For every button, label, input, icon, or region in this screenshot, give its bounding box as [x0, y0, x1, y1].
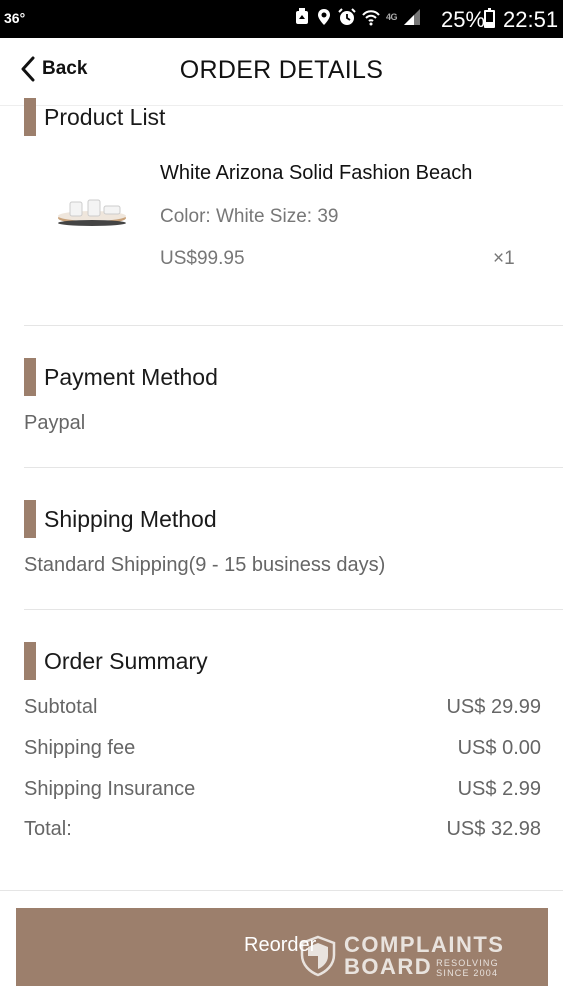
divider: [24, 467, 563, 468]
section-accent-bar: [24, 642, 36, 680]
watermark-line2: BOARD RESOLVING SINCE 2004: [344, 954, 504, 979]
summary-label: Shipping Insurance: [24, 778, 196, 800]
watermark-text: COMPLAINTS BOARD RESOLVING SINCE 2004: [344, 932, 505, 979]
summary-value: US$ 32.98: [446, 818, 541, 840]
section-accent-bar: [24, 500, 36, 538]
summary-row-total: Total: US$ 32.98: [24, 818, 541, 841]
watermark-board: BOARD: [344, 954, 433, 979]
divider: [24, 609, 563, 610]
payment-method-header: Payment Method: [24, 358, 218, 396]
app-header: Back ORDER DETAILS: [0, 38, 563, 106]
network-type-label: 4G: [386, 12, 398, 22]
watermark-tagline: RESOLVING SINCE 2004: [436, 958, 499, 978]
status-icons: 4G: [294, 8, 421, 26]
order-summary-title: Order Summary: [44, 647, 208, 674]
recycle-notification-icon: [296, 8, 308, 24]
product-quantity: ×1: [493, 248, 515, 269]
payment-method-title: Payment Method: [44, 363, 218, 390]
location-icon: [318, 9, 330, 25]
summary-value: US$ 0.00: [457, 737, 541, 759]
battery-icon: [484, 8, 495, 28]
product-variant: Color: White Size: 39: [160, 206, 339, 227]
watermark-line1: COMPLAINTS: [344, 932, 505, 957]
order-summary-header: Order Summary: [24, 642, 208, 680]
product-list-title: Product List: [44, 103, 166, 130]
summary-value: US$ 29.99: [446, 696, 541, 718]
summary-row-shipping-fee: Shipping fee US$ 0.00: [24, 737, 541, 760]
section-accent-bar: [24, 358, 36, 396]
watermark-tag1: RESOLVING: [436, 958, 499, 968]
alarm-icon: [338, 8, 356, 25]
summary-row-shipping-insurance: Shipping Insurance US$ 2.99: [24, 778, 541, 801]
product-list-header: Product List: [24, 98, 165, 136]
summary-value: US$ 2.99: [457, 778, 541, 800]
summary-label: Shipping fee: [24, 737, 136, 759]
product-name[interactable]: White Arizona Solid Fashion Beach: [160, 162, 472, 185]
summary-label: Total:: [24, 818, 72, 840]
summary-row-subtotal: Subtotal US$ 29.99: [24, 696, 541, 719]
complaints-board-watermark: COMPLAINTS BOARD RESOLVING SINCE 2004: [300, 934, 504, 978]
shield-logo-icon: [300, 935, 336, 977]
shipping-method-header: Shipping Method: [24, 500, 217, 538]
shipping-method-title: Shipping Method: [44, 505, 217, 532]
temperature-indicator: 36°: [4, 10, 26, 26]
divider: [0, 890, 563, 891]
divider: [24, 325, 563, 326]
summary-label: Subtotal: [24, 696, 98, 718]
clock: 22:51: [503, 7, 559, 32]
product-price: US$99.95: [160, 248, 245, 269]
wifi-icon: [362, 10, 380, 26]
payment-method-value: Paypal: [24, 412, 86, 434]
product-thumbnail[interactable]: [52, 176, 132, 248]
signal-icon: [404, 9, 421, 25]
battery-percent: 25%: [441, 7, 486, 32]
section-accent-bar: [24, 98, 36, 136]
watermark-tag2: SINCE 2004: [436, 968, 499, 978]
page-title: ORDER DETAILS: [179, 56, 384, 84]
status-bar: 36° 4G 25% 22:51: [0, 0, 563, 38]
shipping-method-value: Standard Shipping(9 - 15 business days): [24, 554, 386, 576]
